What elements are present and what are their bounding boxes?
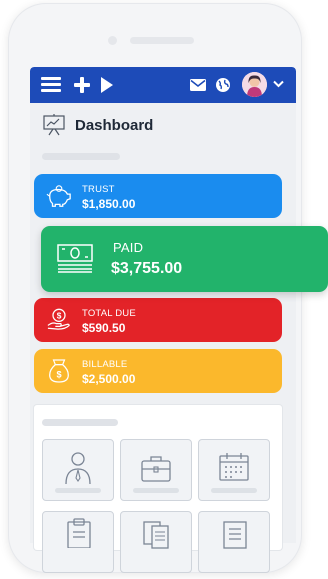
total-due-card[interactable]: $ TOTAL DUE $590.50: [34, 298, 282, 342]
page-title: Dashboard: [75, 117, 154, 134]
user-avatar-icon: [242, 72, 267, 97]
svg-text:$: $: [56, 369, 61, 379]
card-label: PAID: [113, 240, 144, 255]
speaker-slot: [130, 37, 194, 44]
briefcase-icon: [141, 456, 171, 482]
paid-card[interactable]: PAID $3,755.00: [41, 226, 328, 292]
plus-icon[interactable]: [74, 77, 90, 93]
card-amount: $2,500.00: [82, 372, 136, 386]
card-label: TOTAL DUE: [82, 308, 136, 319]
clipboard-icon: [67, 518, 91, 548]
svg-text:$: $: [57, 311, 62, 321]
chevron-down-icon[interactable]: [273, 80, 284, 88]
camera-dot: [108, 36, 117, 45]
app-preview: Dashboard TRUST $1,850.00 PAID $3,755.00…: [0, 0, 328, 579]
quick-actions-panel: [34, 405, 282, 573]
presentation-chart-icon: [43, 114, 65, 136]
top-nav-bar: [30, 67, 296, 103]
piggy-bank-icon: [46, 185, 71, 207]
page-header: Dashboard: [42, 113, 282, 139]
card-label: TRUST: [82, 184, 115, 195]
tile-contacts[interactable]: [42, 439, 114, 501]
panel-title-placeholder: [42, 419, 118, 426]
person-icon: [65, 452, 91, 484]
tile-documents[interactable]: [120, 511, 192, 573]
money-bag-icon: $: [49, 359, 69, 383]
card-amount: $590.50: [82, 321, 126, 335]
play-icon[interactable]: [101, 77, 113, 93]
card-amount: $1,850.00: [82, 197, 136, 211]
card-amount: $3,755.00: [111, 260, 183, 277]
documents-icon: [143, 521, 169, 549]
placeholder-bar: [42, 153, 120, 160]
mail-icon[interactable]: [190, 79, 206, 91]
menu-icon[interactable]: [41, 77, 61, 93]
tile-tasks[interactable]: [42, 511, 114, 573]
hand-dollar-icon: $: [47, 308, 70, 330]
avatar[interactable]: [242, 72, 267, 97]
globe-icon[interactable]: [216, 78, 230, 92]
tile-notes[interactable]: [198, 511, 270, 573]
document-list-icon: [223, 521, 247, 549]
cash-icon: [57, 244, 93, 273]
calendar-icon: [219, 453, 249, 481]
tile-calendar[interactable]: [198, 439, 270, 501]
trust-card[interactable]: TRUST $1,850.00: [34, 174, 282, 218]
card-label: BILLABLE: [82, 359, 128, 370]
billable-card[interactable]: $ BILLABLE $2,500.00: [34, 349, 282, 393]
tile-matters[interactable]: [120, 439, 192, 501]
